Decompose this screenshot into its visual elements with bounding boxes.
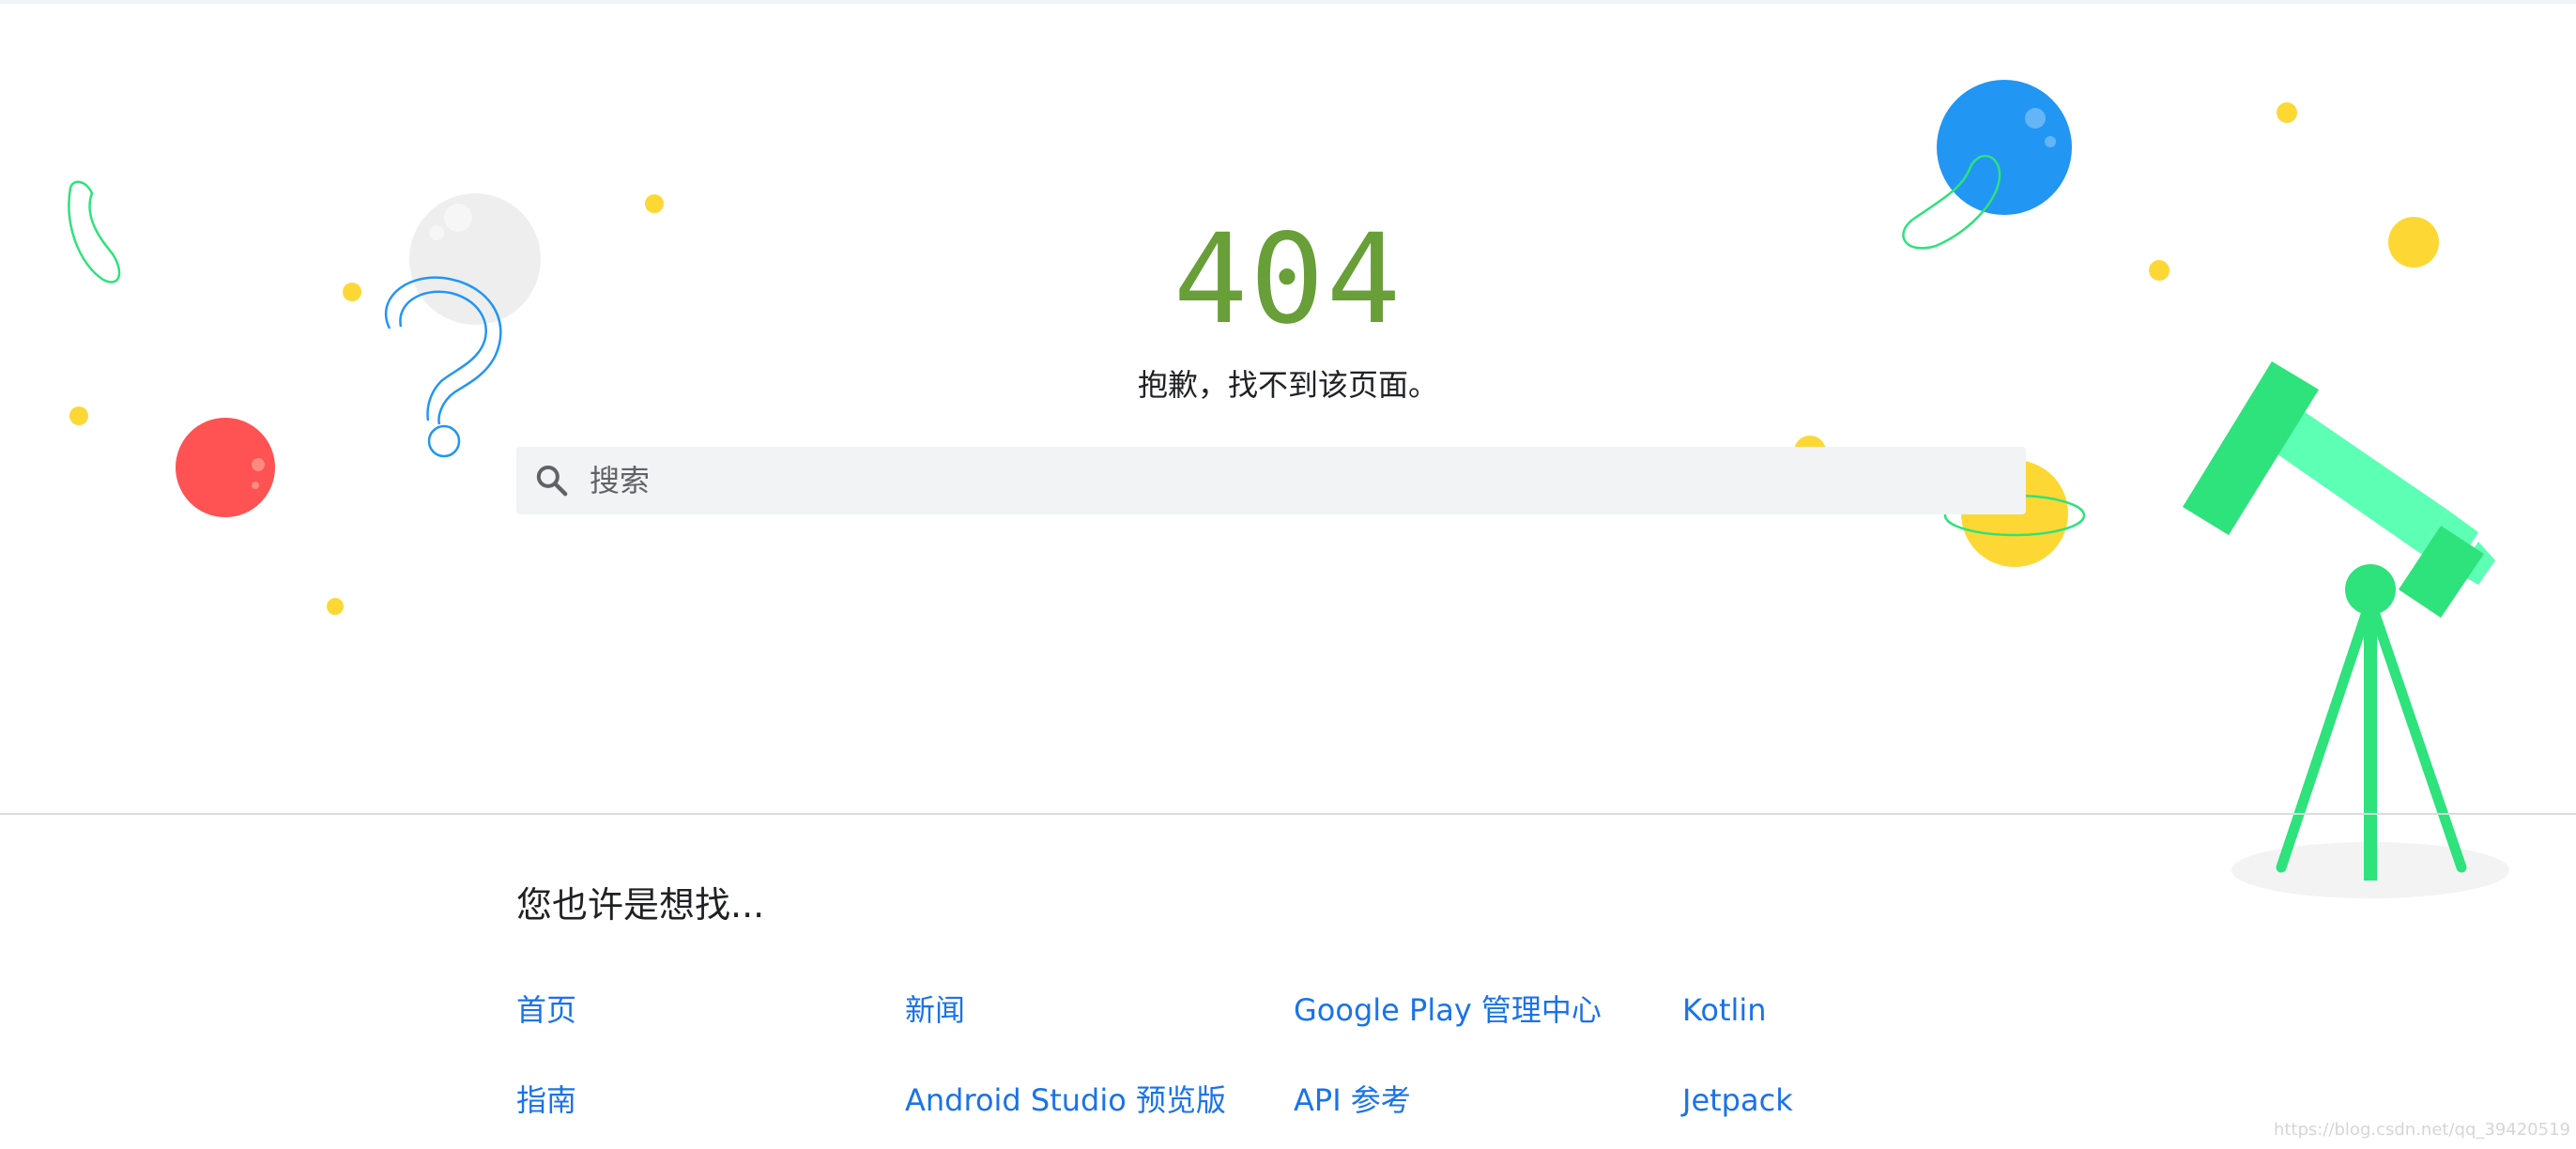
link-android-studio-preview[interactable]: Android Studio 预览版 xyxy=(905,1078,1226,1123)
error-code: 404 xyxy=(1173,207,1403,352)
blue-planet xyxy=(1937,80,2072,215)
link-api-reference[interactable]: API 参考 xyxy=(1294,1078,1411,1123)
link-jetpack[interactable]: Jetpack xyxy=(1682,1078,1793,1123)
telescope-icon xyxy=(2183,361,2495,881)
not-found-page: 404 抱歉，找不到该页面。 您也许是想找... 首页 新闻 Google Pl… xyxy=(0,0,2576,1149)
link-kotlin[interactable]: Kotlin xyxy=(1682,988,1767,1033)
yellow-dot xyxy=(327,598,344,615)
yellow-dot xyxy=(645,194,664,213)
green-squiggle-left xyxy=(68,180,121,283)
search-icon[interactable] xyxy=(533,462,571,499)
link-google-play-console[interactable]: Google Play 管理中心 xyxy=(1294,988,1602,1033)
section-divider xyxy=(0,813,2576,815)
search-input[interactable] xyxy=(590,447,1998,514)
yellow-dot xyxy=(343,283,361,301)
space-illustration xyxy=(68,80,2509,898)
question-mark-dot xyxy=(427,424,461,458)
link-home[interactable]: 首页 xyxy=(516,988,576,1033)
error-message: 抱歉，找不到该页面。 xyxy=(1137,367,1438,403)
link-news[interactable]: 新闻 xyxy=(905,988,965,1033)
link-guides[interactable]: 指南 xyxy=(516,1078,576,1123)
yellow-dot xyxy=(69,406,88,425)
suggestions-heading: 您也许是想找... xyxy=(516,884,765,926)
yellow-dot xyxy=(2277,102,2297,123)
watermark: https://blog.csdn.net/qq_39420519 xyxy=(2273,1120,2570,1140)
yellow-planet-small xyxy=(2388,217,2439,268)
yellow-dot xyxy=(2149,260,2170,281)
search-bar[interactable] xyxy=(516,447,2026,514)
